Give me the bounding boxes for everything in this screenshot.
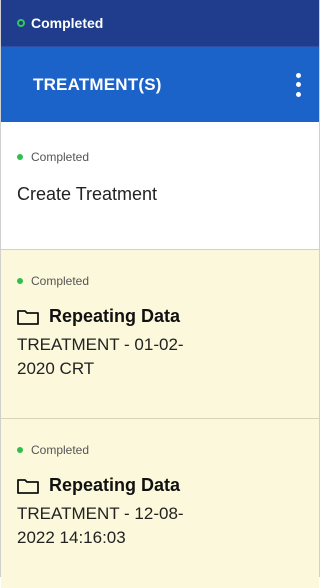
- status-dot-icon: [17, 154, 23, 160]
- item-type-label: Repeating Data: [49, 306, 181, 326]
- item-detail-line2: 2022 14:16:03: [17, 528, 126, 547]
- item-type: Repeating Data: [17, 475, 303, 496]
- item-status: Completed: [17, 419, 303, 457]
- status-dot-icon: [17, 278, 23, 284]
- item-title: Create Treatment: [17, 184, 158, 204]
- treatment-header: TREATMENT(S): [1, 47, 319, 122]
- list-item-repeating-data[interactable]: Completed Repeating Data TREATMENT - 12-…: [1, 419, 319, 588]
- item-status: Completed: [17, 122, 303, 164]
- list-item-create-treatment[interactable]: Completed Create Treatment: [1, 122, 319, 250]
- item-detail-line2: 2020 CRT: [17, 359, 95, 378]
- kebab-menu-icon[interactable]: [291, 72, 305, 97]
- folder-icon: [17, 478, 39, 494]
- treatment-panel: Completed TREATMENT(S) Completed Create …: [0, 0, 320, 588]
- item-type-label: Repeating Data: [49, 475, 181, 495]
- folder-icon: [17, 309, 39, 325]
- item-status-label: Completed: [31, 443, 90, 457]
- item-type: Repeating Data: [17, 306, 303, 327]
- status-dot-icon: [17, 19, 25, 27]
- item-detail-line1: TREATMENT - 01-02-: [17, 335, 184, 354]
- item-status-label: Completed: [31, 150, 90, 164]
- top-status-label: Completed: [31, 15, 104, 31]
- header-title: TREATMENT(S): [33, 74, 162, 94]
- list-item-repeating-data[interactable]: Completed Repeating Data TREATMENT - 01-…: [1, 250, 319, 419]
- item-detail-line1: TREATMENT - 12-08-: [17, 504, 184, 523]
- status-dot-icon: [17, 447, 23, 453]
- item-status: Completed: [17, 250, 303, 288]
- top-status-bar: Completed: [1, 0, 319, 47]
- item-status-label: Completed: [31, 274, 90, 288]
